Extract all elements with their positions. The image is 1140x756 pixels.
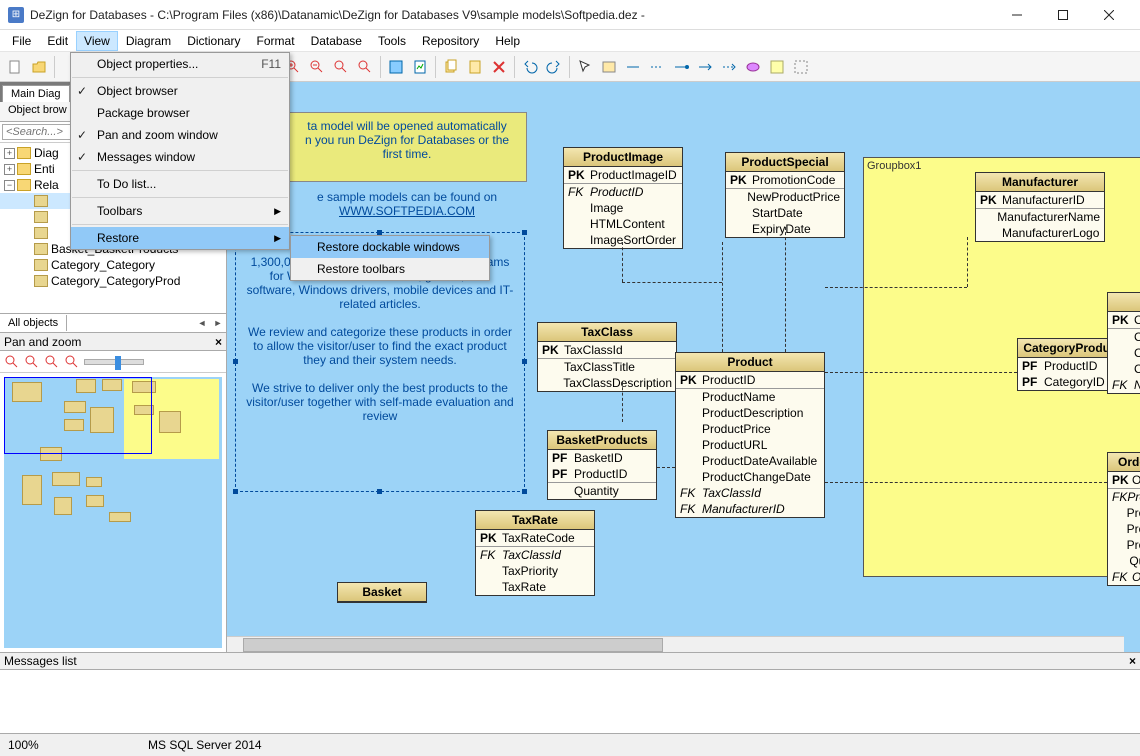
pz-zoom-out-icon[interactable] bbox=[24, 354, 40, 370]
entity-order[interactable]: Orde PKOrdFKProdProdProdProdQuaFKOrd bbox=[1107, 452, 1140, 586]
groupbox-label: Groupbox1 bbox=[867, 160, 921, 172]
tab-nav-left-icon[interactable]: ◄ bbox=[194, 318, 210, 328]
menu-file[interactable]: File bbox=[4, 31, 39, 51]
report-icon[interactable] bbox=[409, 56, 431, 78]
pz-zoom-100-icon[interactable] bbox=[64, 354, 80, 370]
entity-taxclass[interactable]: TaxClass PKTaxClassIdTaxClassTitleTaxCla… bbox=[537, 322, 677, 392]
minimize-button[interactable] bbox=[994, 0, 1040, 30]
menu-diagram[interactable]: Diagram bbox=[118, 31, 179, 51]
pz-zoom-in-icon[interactable] bbox=[4, 354, 20, 370]
relation2-icon[interactable] bbox=[646, 56, 668, 78]
view-dropdown: Object properties...F11 ✓Object browser … bbox=[70, 52, 290, 250]
entity-tool-icon[interactable] bbox=[598, 56, 620, 78]
tree-item[interactable]: Category_Category bbox=[51, 258, 155, 272]
panzoom-minimap[interactable] bbox=[0, 373, 226, 652]
main-diagram-tab[interactable]: Main Diag bbox=[2, 85, 70, 102]
restore-submenu: Restore dockable windows Restore toolbar… bbox=[290, 235, 490, 281]
validate-icon[interactable] bbox=[385, 56, 407, 78]
menu-package-browser[interactable]: Package browser bbox=[71, 102, 289, 124]
relation3-icon[interactable] bbox=[670, 56, 692, 78]
maximize-button[interactable] bbox=[1040, 0, 1086, 30]
menu-messages-window[interactable]: ✓Messages window bbox=[71, 146, 289, 168]
menu-todo-list[interactable]: To Do list... bbox=[71, 173, 289, 195]
menu-dictionary[interactable]: Dictionary bbox=[179, 31, 248, 51]
menu-repository[interactable]: Repository bbox=[414, 31, 487, 51]
redo-icon[interactable] bbox=[543, 56, 565, 78]
menu-object-browser[interactable]: ✓Object browser bbox=[71, 80, 289, 102]
tree-relationships[interactable]: Rela bbox=[34, 178, 59, 192]
zoom-fit-icon[interactable] bbox=[330, 56, 352, 78]
status-bar: 100% MS SQL Server 2014 bbox=[0, 734, 1140, 756]
pz-zoom-fit-icon[interactable] bbox=[44, 354, 60, 370]
entity-product[interactable]: Product PKProductIDProductNameProductDes… bbox=[675, 352, 825, 518]
delete-icon[interactable] bbox=[488, 56, 510, 78]
group-tool-icon[interactable] bbox=[790, 56, 812, 78]
panzoom-close-icon[interactable]: × bbox=[215, 335, 222, 349]
tree-item[interactable]: Category_CategoryProd bbox=[51, 274, 180, 288]
entity-productspecial[interactable]: ProductSpecial PKPromotionCodeNewProduct… bbox=[725, 152, 845, 238]
entity-taxrate[interactable]: TaxRate PKTaxRateCodeFKTaxClassIdTaxPrio… bbox=[475, 510, 595, 596]
menu-pan-zoom[interactable]: ✓Pan and zoom window bbox=[71, 124, 289, 146]
undo-icon[interactable] bbox=[519, 56, 541, 78]
menu-edit[interactable]: Edit bbox=[39, 31, 76, 51]
note-box[interactable]: ta model will be opened automatically n … bbox=[287, 112, 527, 182]
status-db: MS SQL Server 2014 bbox=[148, 738, 262, 752]
menu-help[interactable]: Help bbox=[487, 31, 528, 51]
paste-icon[interactable] bbox=[464, 56, 486, 78]
menu-bar: File Edit View Diagram Dictionary Format… bbox=[0, 30, 1140, 52]
note-tool-icon[interactable] bbox=[766, 56, 788, 78]
entity-partial-right[interactable]: PKCCCCFKN bbox=[1107, 292, 1140, 394]
menu-format[interactable]: Format bbox=[249, 31, 303, 51]
messages-list[interactable] bbox=[0, 670, 1140, 734]
view-tool-icon[interactable] bbox=[742, 56, 764, 78]
relation4-icon[interactable] bbox=[694, 56, 716, 78]
messages-title: Messages list bbox=[4, 654, 77, 668]
menu-restore[interactable]: Restore▶ bbox=[71, 227, 289, 249]
entity-productimage[interactable]: ProductImage PKProductImageIDFKProductID… bbox=[563, 147, 683, 249]
open-icon[interactable] bbox=[28, 56, 50, 78]
status-zoom: 100% bbox=[8, 738, 108, 752]
close-button[interactable] bbox=[1086, 0, 1132, 30]
entity-manufacturer[interactable]: Manufacturer PKManufacturerIDManufacture… bbox=[975, 172, 1105, 242]
menu-view[interactable]: View bbox=[76, 31, 118, 51]
zoom-region-icon[interactable] bbox=[354, 56, 376, 78]
diagram-canvas[interactable]: Groupbox1 ta model will be opened automa… bbox=[227, 82, 1140, 652]
tree-entities[interactable]: Enti bbox=[34, 162, 55, 176]
zoom-out-icon[interactable] bbox=[306, 56, 328, 78]
copy-icon[interactable] bbox=[440, 56, 462, 78]
zoom-slider[interactable] bbox=[84, 359, 144, 365]
messages-close-icon[interactable]: × bbox=[1129, 654, 1136, 668]
entity-basket[interactable]: Basket bbox=[337, 582, 427, 603]
menu-object-properties[interactable]: Object properties...F11 bbox=[71, 53, 289, 75]
app-icon: ⊞ bbox=[8, 7, 24, 23]
menu-restore-dockable[interactable]: Restore dockable windows bbox=[291, 236, 489, 258]
object-browser-tab[interactable]: Object brow bbox=[0, 102, 76, 121]
window-title: DeZign for Databases - C:\Program Files … bbox=[30, 8, 994, 22]
entity-basketproducts[interactable]: BasketProducts PFBasketIDPFProductIDQuan… bbox=[547, 430, 657, 500]
all-objects-tab[interactable]: All objects bbox=[0, 315, 67, 331]
new-icon[interactable] bbox=[4, 56, 26, 78]
title-bar: ⊞ DeZign for Databases - C:\Program File… bbox=[0, 0, 1140, 30]
note-link: e sample models can be found on WWW.SOFT… bbox=[287, 190, 527, 218]
panzoom-title: Pan and zoom bbox=[4, 335, 81, 349]
menu-restore-toolbars[interactable]: Restore toolbars bbox=[291, 258, 489, 280]
tree-diagrams[interactable]: Diag bbox=[34, 146, 59, 160]
pointer-icon[interactable] bbox=[574, 56, 596, 78]
relation1-icon[interactable] bbox=[622, 56, 644, 78]
menu-toolbars[interactable]: Toolbars▶ bbox=[71, 200, 289, 222]
tab-nav-right-icon[interactable]: ► bbox=[210, 318, 226, 328]
relation5-icon[interactable] bbox=[718, 56, 740, 78]
canvas-scrollbar-h[interactable] bbox=[227, 636, 1124, 652]
menu-tools[interactable]: Tools bbox=[370, 31, 414, 51]
menu-database[interactable]: Database bbox=[303, 31, 370, 51]
